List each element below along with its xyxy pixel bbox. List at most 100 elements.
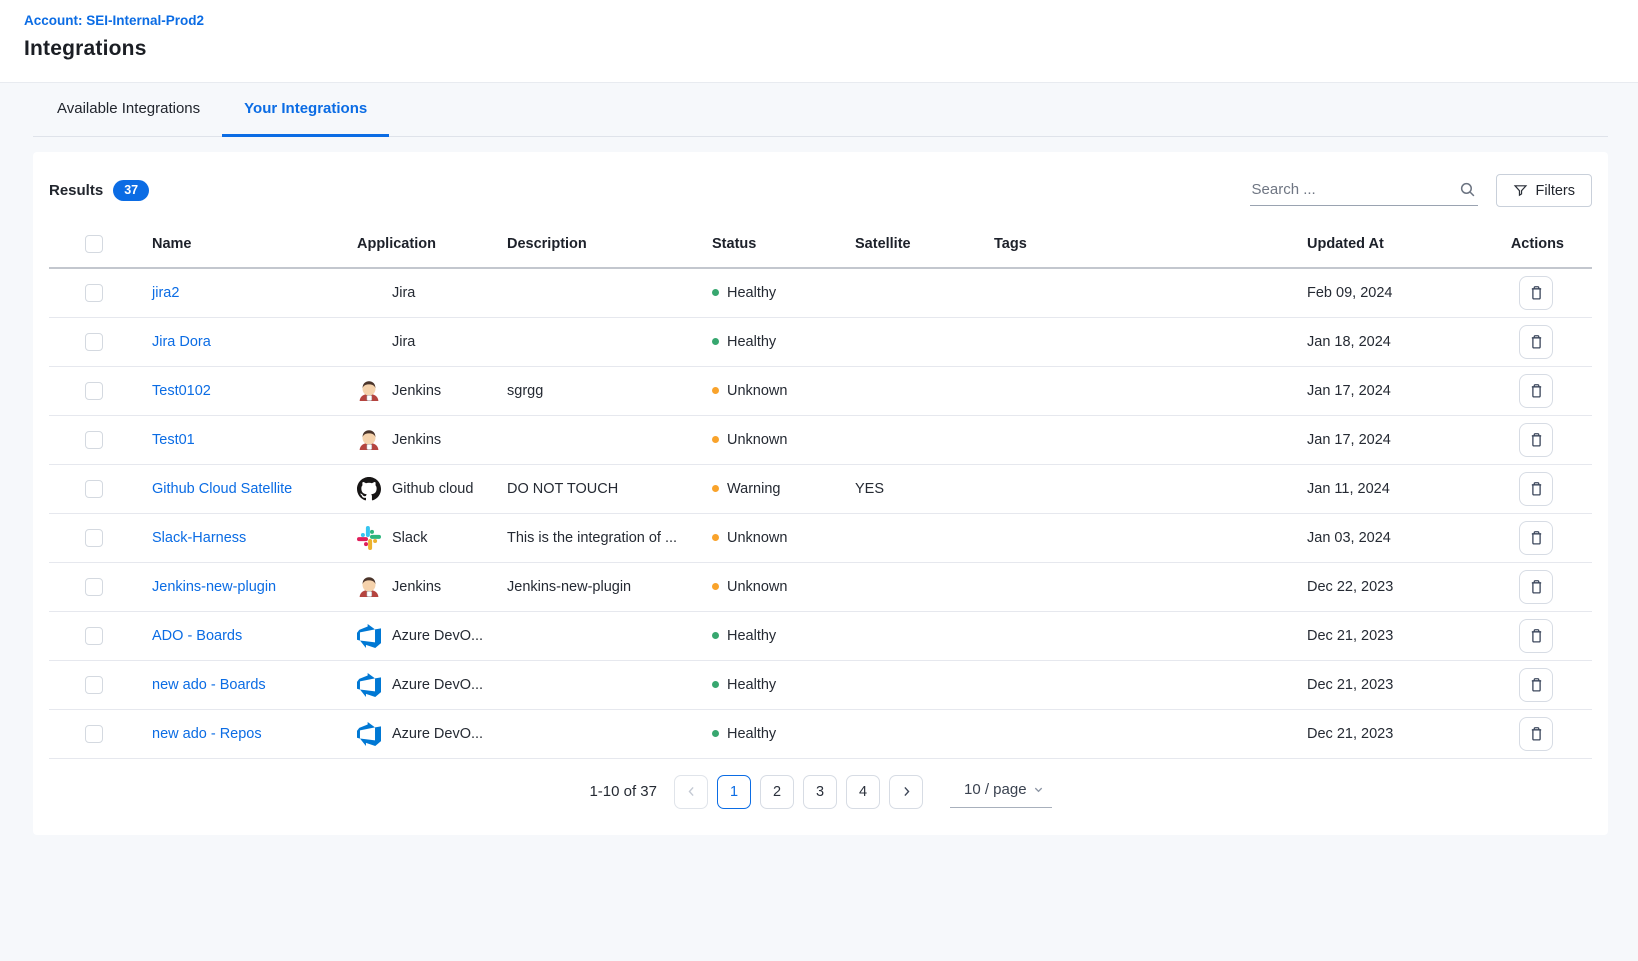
pagination-prev-button[interactable] xyxy=(674,775,708,809)
col-header-satellite: Satellite xyxy=(843,223,982,268)
chevron-down-icon xyxy=(1033,784,1044,795)
status-dot xyxy=(712,387,719,394)
table-row: new ado - Repos Azure DevO... Healthy De… xyxy=(49,709,1592,758)
delete-button[interactable] xyxy=(1519,472,1553,506)
filters-button[interactable]: Filters xyxy=(1496,174,1592,207)
satellite-value xyxy=(843,317,982,366)
tags-value xyxy=(982,562,1295,611)
page-size-select[interactable]: 10 / page xyxy=(950,776,1052,808)
app-icon xyxy=(357,477,381,501)
table-header-row: Name Application Description Status Sate… xyxy=(49,223,1592,268)
row-checkbox[interactable] xyxy=(85,333,103,351)
azure-devops-icon xyxy=(357,673,381,697)
status-dot xyxy=(712,436,719,443)
tags-value xyxy=(982,513,1295,562)
satellite-value xyxy=(843,268,982,317)
jira-icon xyxy=(357,281,381,305)
integration-name-link[interactable]: Slack-Harness xyxy=(152,530,246,546)
integration-name-link[interactable]: Test0102 xyxy=(152,383,211,399)
page-button-3[interactable]: 3 xyxy=(803,775,837,809)
delete-button[interactable] xyxy=(1519,374,1553,408)
description-text xyxy=(495,415,700,464)
jenkins-icon xyxy=(357,575,381,599)
row-checkbox[interactable] xyxy=(85,676,103,694)
azure-devops-icon xyxy=(357,722,381,746)
trash-icon xyxy=(1528,529,1545,546)
tags-value xyxy=(982,415,1295,464)
integration-name-link[interactable]: ADO - Boards xyxy=(152,628,242,644)
updated-at: Dec 21, 2023 xyxy=(1295,611,1455,660)
col-header-actions: Actions xyxy=(1455,223,1592,268)
row-checkbox[interactable] xyxy=(85,480,103,498)
page-title: Integrations xyxy=(24,37,1614,61)
tab-available-integrations[interactable]: Available Integrations xyxy=(35,83,222,137)
app-icon xyxy=(357,379,381,403)
status-label: Healthy xyxy=(727,726,776,742)
tags-value xyxy=(982,268,1295,317)
col-header-application: Application xyxy=(345,223,495,268)
row-checkbox[interactable] xyxy=(85,627,103,645)
integration-name-link[interactable]: Jira Dora xyxy=(152,334,211,350)
updated-at: Dec 21, 2023 xyxy=(1295,709,1455,758)
table-row: new ado - Boards Azure DevO... Healthy D… xyxy=(49,660,1592,709)
description-text: sgrgg xyxy=(495,366,700,415)
application-label: Jenkins xyxy=(392,432,441,448)
description-text: This is the integration of ... xyxy=(495,513,700,562)
integration-name-link[interactable]: Github Cloud Satellite xyxy=(152,481,292,497)
select-all-checkbox[interactable] xyxy=(85,235,103,253)
app-icon xyxy=(357,330,381,354)
trash-icon xyxy=(1528,725,1545,742)
row-checkbox[interactable] xyxy=(85,725,103,743)
integration-name-link[interactable]: jira2 xyxy=(152,285,179,301)
description-text: Jenkins-new-plugin xyxy=(495,562,700,611)
table-row: Test01 Jenkins Unknown Jan 17, 2024 xyxy=(49,415,1592,464)
page-button-4[interactable]: 4 xyxy=(846,775,880,809)
page-button-2[interactable]: 2 xyxy=(760,775,794,809)
jenkins-icon xyxy=(357,428,381,452)
delete-button[interactable] xyxy=(1519,325,1553,359)
integrations-card: Results 37 Filters xyxy=(33,152,1608,835)
page-button-1[interactable]: 1 xyxy=(717,775,751,809)
row-checkbox[interactable] xyxy=(85,529,103,547)
description-text xyxy=(495,611,700,660)
delete-button[interactable] xyxy=(1519,619,1553,653)
integration-name-link[interactable]: new ado - Repos xyxy=(152,726,262,742)
integration-name-link[interactable]: Jenkins-new-plugin xyxy=(152,579,276,595)
pagination-range-label: 1-10 of 37 xyxy=(589,783,657,800)
filter-funnel-icon xyxy=(1513,183,1528,198)
page-header: Account: SEI-Internal-Prod2 Integrations xyxy=(0,0,1638,83)
delete-button[interactable] xyxy=(1519,423,1553,457)
table-row: Test0102 Jenkins sgrgg Unknown Jan 17, 2… xyxy=(49,366,1592,415)
delete-button[interactable] xyxy=(1519,521,1553,555)
delete-button[interactable] xyxy=(1519,570,1553,604)
delete-button[interactable] xyxy=(1519,717,1553,751)
satellite-value xyxy=(843,709,982,758)
row-checkbox[interactable] xyxy=(85,578,103,596)
account-breadcrumb-link[interactable]: Account: SEI-Internal-Prod2 xyxy=(24,13,1614,28)
status-label: Unknown xyxy=(727,579,787,595)
updated-at: Jan 17, 2024 xyxy=(1295,415,1455,464)
delete-button[interactable] xyxy=(1519,668,1553,702)
search-input[interactable] xyxy=(1252,181,1459,198)
pagination-next-button[interactable] xyxy=(889,775,923,809)
app-icon xyxy=(357,575,381,599)
trash-icon xyxy=(1528,578,1545,595)
tab-bar: Available IntegrationsYour Integrations xyxy=(33,83,1608,137)
toolbar: Results 37 Filters xyxy=(49,152,1592,223)
pagination: 1-10 of 37 1234 10 / page xyxy=(49,775,1592,809)
tags-value xyxy=(982,366,1295,415)
tags-value xyxy=(982,660,1295,709)
delete-button[interactable] xyxy=(1519,276,1553,310)
status-dot xyxy=(712,534,719,541)
integration-name-link[interactable]: Test01 xyxy=(152,432,195,448)
github-icon xyxy=(357,477,381,501)
tab-your-integrations[interactable]: Your Integrations xyxy=(222,83,389,137)
row-checkbox[interactable] xyxy=(85,431,103,449)
trash-icon xyxy=(1528,480,1545,497)
page-size-label: 10 / page xyxy=(964,781,1027,798)
status-label: Healthy xyxy=(727,285,776,301)
integration-name-link[interactable]: new ado - Boards xyxy=(152,677,266,693)
row-checkbox[interactable] xyxy=(85,284,103,302)
row-checkbox[interactable] xyxy=(85,382,103,400)
updated-at: Jan 03, 2024 xyxy=(1295,513,1455,562)
